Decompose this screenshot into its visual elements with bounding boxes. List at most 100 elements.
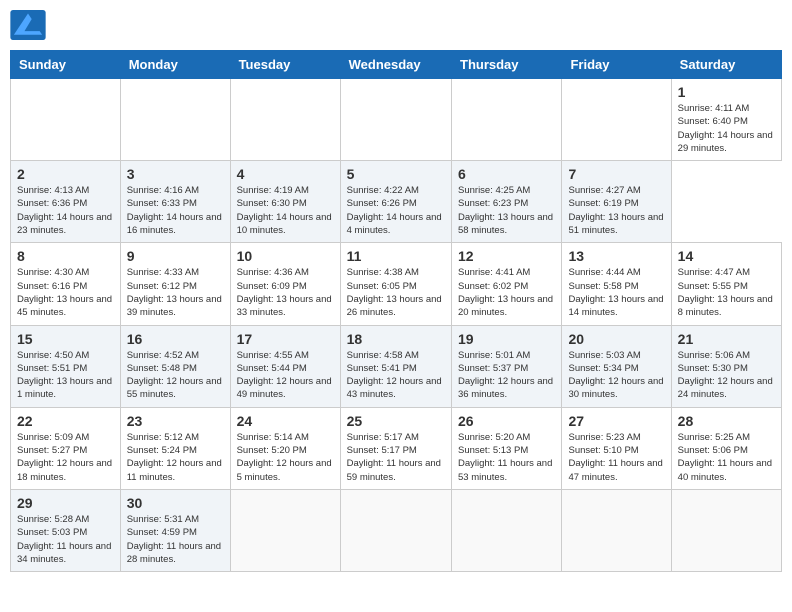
calendar-table: SundayMondayTuesdayWednesdayThursdayFrid… (10, 50, 782, 572)
calendar-cell: 30Sunrise: 5:31 AM Sunset: 4:59 PM Dayli… (120, 489, 230, 571)
day-number: 4 (237, 166, 334, 182)
day-number: 1 (678, 84, 775, 100)
weekday-header-sunday: Sunday (11, 51, 121, 79)
calendar-cell: 10 Sunrise: 4:36 AM Sunset: 6:09 PM Dayli… (230, 243, 340, 325)
calendar-header-row: SundayMondayTuesdayWednesdayThursdayFrid… (11, 51, 782, 79)
day-number: 26 (458, 413, 555, 429)
calendar-cell: 12Sunrise: 4:41 AM Sunset: 6:02 PM Dayli… (452, 243, 562, 325)
weekday-header-wednesday: Wednesday (340, 51, 451, 79)
calendar-week-5: 29Sunrise: 5:28 AM Sunset: 5:03 PM Dayli… (11, 489, 782, 571)
day-info: Sunrise: 5:12 AM Sunset: 5:24 PM Dayligh… (127, 431, 224, 484)
day-info: Sunrise: 4:27 AM Sunset: 6:19 PM Dayligh… (568, 184, 664, 237)
calendar-cell: 7 Sunrise: 4:27 AM Sunset: 6:19 PM Daylig… (562, 161, 671, 243)
day-info: Sunrise: 5:20 AM Sunset: 5:13 PM Dayligh… (458, 431, 555, 484)
calendar-cell: 6Sunrise: 4:25 AM Sunset: 6:23 PM Daylig… (452, 161, 562, 243)
day-number: 5 (347, 166, 445, 182)
calendar-cell (120, 79, 230, 161)
calendar-week-4: 22Sunrise: 5:09 AM Sunset: 5:27 PM Dayli… (11, 407, 782, 489)
day-info: Sunrise: 5:25 AM Sunset: 5:06 PM Dayligh… (678, 431, 775, 484)
day-number: 20 (568, 331, 664, 347)
day-info: Sunrise: 4:16 AM Sunset: 6:33 PM Dayligh… (127, 184, 224, 237)
calendar-cell (11, 79, 121, 161)
day-info: Sunrise: 4:33 AM Sunset: 6:12 PM Dayligh… (127, 266, 224, 319)
day-number: 17 (237, 331, 334, 347)
day-number: 22 (17, 413, 114, 429)
weekday-header-tuesday: Tuesday (230, 51, 340, 79)
calendar-cell: 1 Sunrise: 4:11 AM Sunset: 6:40 PM Daylig… (671, 79, 781, 161)
calendar-cell (230, 79, 340, 161)
weekday-header-monday: Monday (120, 51, 230, 79)
calendar-cell: 20 Sunrise: 5:03 AM Sunset: 5:34 PM Dayli… (562, 325, 671, 407)
day-info: Sunrise: 5:17 AM Sunset: 5:17 PM Dayligh… (347, 431, 445, 484)
day-number: 21 (678, 331, 775, 347)
calendar-cell: 26 Sunrise: 5:20 AM Sunset: 5:13 PM Dayli… (452, 407, 562, 489)
calendar-cell: 29Sunrise: 5:28 AM Sunset: 5:03 PM Dayli… (11, 489, 121, 571)
calendar-week-3: 15 Sunrise: 4:50 AM Sunset: 5:51 PM Dayli… (11, 325, 782, 407)
day-info: Sunrise: 4:36 AM Sunset: 6:09 PM Dayligh… (237, 266, 334, 319)
calendar-cell (562, 489, 671, 571)
calendar-week-0: 1 Sunrise: 4:11 AM Sunset: 6:40 PM Daylig… (11, 79, 782, 161)
day-number: 16 (127, 331, 224, 347)
calendar-cell (452, 489, 562, 571)
calendar-cell: 11Sunrise: 4:38 AM Sunset: 6:05 PM Dayli… (340, 243, 451, 325)
calendar-cell: 25 Sunrise: 5:17 AM Sunset: 5:17 PM Dayli… (340, 407, 451, 489)
day-number: 15 (17, 331, 114, 347)
calendar-cell: 18Sunrise: 4:58 AM Sunset: 5:41 PM Dayli… (340, 325, 451, 407)
day-number: 8 (17, 248, 114, 264)
calendar-cell: 2 Sunrise: 4:13 AM Sunset: 6:36 PM Daylig… (11, 161, 121, 243)
day-number: 7 (568, 166, 664, 182)
day-info: Sunrise: 4:44 AM Sunset: 5:58 PM Dayligh… (568, 266, 664, 319)
day-info: Sunrise: 4:55 AM Sunset: 5:44 PM Dayligh… (237, 349, 334, 402)
page-header (10, 10, 782, 40)
day-info: Sunrise: 4:52 AM Sunset: 5:48 PM Dayligh… (127, 349, 224, 402)
weekday-header-thursday: Thursday (452, 51, 562, 79)
calendar-cell: 8Sunrise: 4:30 AM Sunset: 6:16 PM Daylig… (11, 243, 121, 325)
day-number: 13 (568, 248, 664, 264)
calendar-cell (340, 489, 451, 571)
day-number: 27 (568, 413, 664, 429)
calendar-cell: 17 Sunrise: 4:55 AM Sunset: 5:44 PM Dayli… (230, 325, 340, 407)
day-number: 25 (347, 413, 445, 429)
day-info: Sunrise: 4:50 AM Sunset: 5:51 PM Dayligh… (17, 349, 114, 402)
day-number: 10 (237, 248, 334, 264)
day-info: Sunrise: 4:13 AM Sunset: 6:36 PM Dayligh… (17, 184, 114, 237)
calendar-week-1: 2 Sunrise: 4:13 AM Sunset: 6:36 PM Daylig… (11, 161, 782, 243)
day-number: 9 (127, 248, 224, 264)
day-info: Sunrise: 5:31 AM Sunset: 4:59 PM Dayligh… (127, 513, 224, 566)
calendar-cell: 19Sunrise: 5:01 AM Sunset: 5:37 PM Dayli… (452, 325, 562, 407)
calendar-cell: 14Sunrise: 4:47 AM Sunset: 5:55 PM Dayli… (671, 243, 781, 325)
day-info: Sunrise: 4:25 AM Sunset: 6:23 PM Dayligh… (458, 184, 555, 237)
day-number: 2 (17, 166, 114, 182)
day-info: Sunrise: 5:03 AM Sunset: 5:34 PM Dayligh… (568, 349, 664, 402)
day-info: Sunrise: 4:19 AM Sunset: 6:30 PM Dayligh… (237, 184, 334, 237)
calendar-cell: 28 Sunrise: 5:25 AM Sunset: 5:06 PM Dayli… (671, 407, 781, 489)
day-info: Sunrise: 4:58 AM Sunset: 5:41 PM Dayligh… (347, 349, 445, 402)
day-info: Sunrise: 5:23 AM Sunset: 5:10 PM Dayligh… (568, 431, 664, 484)
logo-icon (10, 10, 46, 40)
day-info: Sunrise: 5:06 AM Sunset: 5:30 PM Dayligh… (678, 349, 775, 402)
calendar-cell: 16 Sunrise: 4:52 AM Sunset: 5:48 PM Dayli… (120, 325, 230, 407)
day-info: Sunrise: 4:22 AM Sunset: 6:26 PM Dayligh… (347, 184, 445, 237)
calendar-cell: 23 Sunrise: 5:12 AM Sunset: 5:24 PM Dayli… (120, 407, 230, 489)
calendar-cell (452, 79, 562, 161)
day-info: Sunrise: 5:28 AM Sunset: 5:03 PM Dayligh… (17, 513, 114, 566)
day-number: 19 (458, 331, 555, 347)
calendar-cell (230, 489, 340, 571)
day-number: 14 (678, 248, 775, 264)
calendar-cell: 27 Sunrise: 5:23 AM Sunset: 5:10 PM Dayli… (562, 407, 671, 489)
day-info: Sunrise: 4:11 AM Sunset: 6:40 PM Dayligh… (678, 102, 775, 155)
calendar-cell (671, 489, 781, 571)
calendar-cell: 4 Sunrise: 4:19 AM Sunset: 6:30 PM Daylig… (230, 161, 340, 243)
calendar-cell: 15 Sunrise: 4:50 AM Sunset: 5:51 PM Dayli… (11, 325, 121, 407)
day-info: Sunrise: 4:41 AM Sunset: 6:02 PM Dayligh… (458, 266, 555, 319)
day-number: 11 (347, 248, 445, 264)
day-number: 23 (127, 413, 224, 429)
calendar-cell (340, 79, 451, 161)
day-number: 24 (237, 413, 334, 429)
logo (10, 10, 50, 40)
calendar-cell: 24 Sunrise: 5:14 AM Sunset: 5:20 PM Dayli… (230, 407, 340, 489)
weekday-header-saturday: Saturday (671, 51, 781, 79)
day-number: 28 (678, 413, 775, 429)
day-info: Sunrise: 5:14 AM Sunset: 5:20 PM Dayligh… (237, 431, 334, 484)
calendar-cell: 5 Sunrise: 4:22 AM Sunset: 6:26 PM Daylig… (340, 161, 451, 243)
